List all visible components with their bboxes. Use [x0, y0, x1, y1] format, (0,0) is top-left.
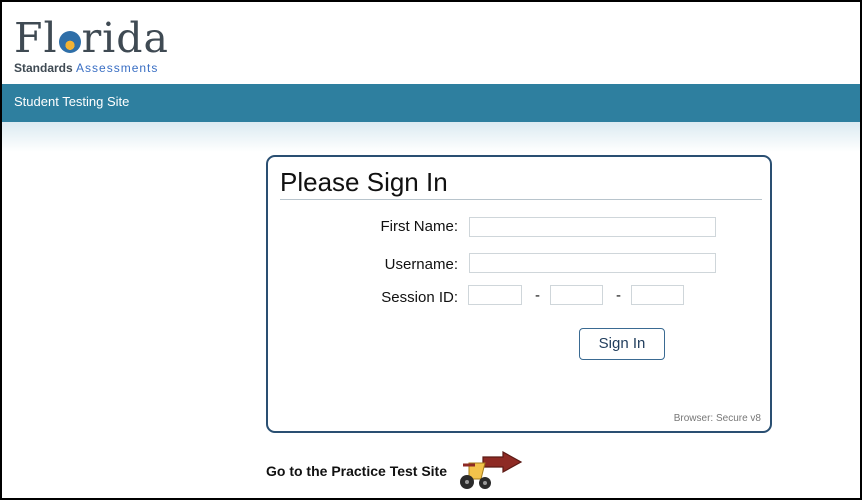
heading-divider	[280, 199, 762, 200]
sign-in-button[interactable]: Sign In	[579, 328, 665, 360]
session-id-part2-input[interactable]	[550, 285, 603, 305]
username-label: Username:	[384, 256, 458, 273]
session-id-part1-input[interactable]	[468, 285, 522, 305]
session-id-part3-input[interactable]	[631, 285, 684, 305]
session-id-separator-1: -	[535, 287, 540, 304]
header-logo-area: Fl rida Standards Assessments	[2, 2, 860, 82]
session-id-separator-2: -	[616, 287, 621, 304]
first-name-input[interactable]	[469, 217, 716, 237]
florida-logo: Fl rida	[14, 16, 169, 60]
logo-sunrise-icon	[58, 31, 81, 53]
site-title: Student Testing Site	[14, 94, 130, 109]
logo-subtitle-standards: Standards	[14, 61, 73, 75]
logo-subtitle-assessments: Assessments	[76, 61, 159, 75]
first-name-label: First Name:	[380, 218, 458, 235]
logo-text-start: Fl	[14, 14, 58, 62]
username-input[interactable]	[469, 253, 716, 273]
logo-subtitle: Standards Assessments	[14, 61, 158, 75]
session-id-label: Session ID:	[381, 289, 458, 306]
site-header-bar: Student Testing Site	[2, 84, 860, 122]
practice-test-link-text: Go to the Practice Test Site	[266, 463, 448, 479]
sign-in-card: Please Sign In First Name: Username: Ses…	[266, 155, 772, 433]
practice-test-link[interactable]: Go to the Practice Test Site	[266, 451, 525, 489]
page-frame: Fl rida Standards Assessments Student Tes…	[2, 2, 860, 498]
header-gradient-band	[2, 122, 860, 152]
sign-in-heading: Please Sign In	[280, 167, 448, 197]
tricycle-arrow-icon	[460, 451, 523, 489]
browser-version-info: Browser: Secure v8	[673, 413, 761, 424]
logo-text-end: rida	[81, 14, 169, 62]
